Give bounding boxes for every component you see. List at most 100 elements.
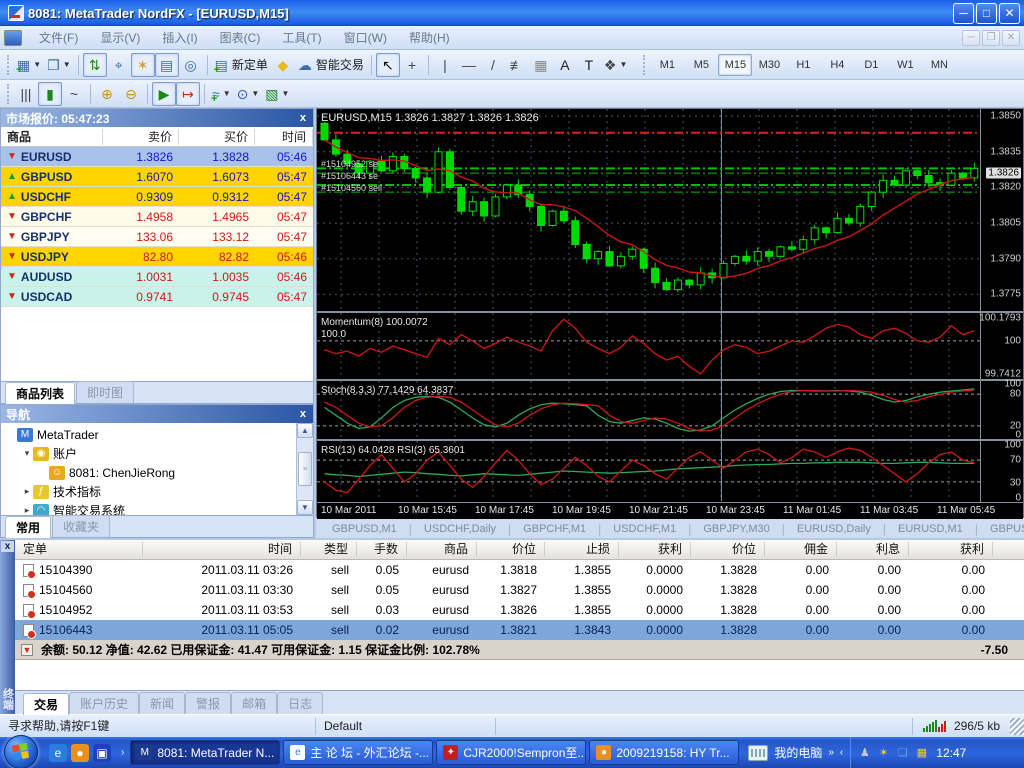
timeframe-M15[interactable]: M15	[718, 54, 752, 76]
terminal-tab-邮箱[interactable]: 邮箱	[231, 692, 277, 714]
order-row[interactable]: 151043902011.03.11 03:26sell0.05eurusd1.…	[15, 560, 1024, 580]
device-tray-icon[interactable]: ♟	[857, 745, 872, 760]
scroll-down-icon[interactable]: ▼	[297, 500, 313, 515]
market-watch-row[interactable]: ▼USDJPY82.8082.8205:46	[1, 247, 313, 267]
orders-column-header[interactable]: 获利	[619, 542, 691, 557]
nav-tree-item[interactable]: ▸ƒ技术指标	[5, 482, 296, 501]
nav-tree-item[interactable]: ▸◠智能交易系统	[5, 501, 296, 515]
nav-tree-item[interactable]: MMetaTrader	[5, 425, 296, 444]
strategy-tester-toggle[interactable]: ◎	[179, 53, 203, 77]
orders-column-header[interactable]: 获利	[909, 542, 993, 557]
market-watch-row[interactable]: ▼AUDUSD1.00311.003505:46	[1, 267, 313, 287]
scroll-up-icon[interactable]: ▲	[297, 423, 313, 438]
market-watch-row[interactable]: ▼EURUSD1.38261.382805:46	[1, 147, 313, 167]
child-minimize-button[interactable]: ─	[962, 30, 980, 46]
chart-tab-GBPCHF-M1[interactable]: GBPCHF,M1	[513, 522, 596, 536]
text-tool[interactable]: A	[553, 53, 577, 77]
menu-item-V[interactable]: 显示(V)	[89, 26, 151, 49]
zoom-out-button[interactable]: ⊖	[119, 82, 143, 106]
toolbar-grip[interactable]	[7, 55, 11, 75]
expert-advisors-button[interactable]: ☁智能交易	[295, 53, 367, 77]
bar-chart-type[interactable]: |||	[14, 82, 38, 106]
tab-商品列表[interactable]: 商品列表	[5, 382, 75, 404]
chart-tab-EURUSD-Daily[interactable]: EURUSD,Daily	[787, 522, 881, 536]
orders-column-header[interactable]: 利息	[837, 542, 909, 557]
tree-expander-icon[interactable]: ▸	[21, 486, 33, 497]
orders-column-header[interactable]: 止损	[545, 542, 619, 557]
taskbar-button[interactable]: ✦CJR2000!Sempron至...	[436, 740, 586, 765]
maximize-button[interactable]: □	[976, 3, 997, 24]
speed-tray-icon[interactable]: ✶	[876, 745, 891, 760]
navigator-close-icon[interactable]: x	[298, 408, 308, 420]
market-watch-row[interactable]: ▼USDCAD0.97410.974505:47	[1, 287, 313, 307]
cursor-tool[interactable]: ↖	[376, 53, 400, 77]
tab-常用[interactable]: 常用	[5, 516, 51, 538]
timeframe-D1[interactable]: D1	[854, 54, 888, 76]
menu-item-I[interactable]: 插入(I)	[151, 26, 208, 49]
templates-dropdown[interactable]: ▧▼	[262, 82, 292, 106]
messenger-quicklaunch-icon[interactable]: ●	[71, 744, 89, 762]
tab-即时图[interactable]: 即时图	[76, 381, 134, 403]
timeframe-H1[interactable]: H1	[786, 54, 820, 76]
ie-quicklaunch-icon[interactable]: e	[49, 744, 67, 762]
tray-collapse-icon[interactable]: ‹	[840, 747, 843, 758]
chart-tab-EURUSD-M1[interactable]: EURUSD,M1	[888, 522, 973, 536]
navigator-titlebar[interactable]: 导航 x	[1, 405, 313, 423]
chart-tab-USDCHF-Daily[interactable]: USDCHF,Daily	[414, 522, 506, 536]
navigator-toggle[interactable]: ✶	[131, 53, 155, 77]
terminal-tab-日志[interactable]: 日志	[277, 692, 323, 714]
orders-column-header[interactable]: 类型	[301, 542, 357, 557]
network-tray-icon[interactable]: ❏	[895, 745, 910, 760]
zoom-in-button[interactable]: ⊕	[95, 82, 119, 106]
grid-tool[interactable]: ▦	[529, 53, 553, 77]
layout-tray-icon[interactable]: ▦	[914, 745, 929, 760]
market-watch-row[interactable]: ▲USDCHF0.93090.931205:47	[1, 187, 313, 207]
terminal-tab-新闻[interactable]: 新闻	[139, 692, 185, 714]
orders-column-header[interactable]: 时间	[143, 542, 301, 557]
market-watch-titlebar[interactable]: 市场报价: 05:47:23 x	[1, 109, 313, 127]
terminal-toggle[interactable]: ▤	[155, 53, 179, 77]
nav-tree-item[interactable]: ☺8081: ChenJieRong	[5, 463, 296, 482]
new-order-button[interactable]: ▤+新定单	[212, 53, 271, 77]
resize-grip[interactable]	[1010, 718, 1024, 735]
menu-item-F[interactable]: 文件(F)	[28, 26, 89, 49]
orders-column-header[interactable]: 手数	[357, 542, 407, 557]
child-restore-button[interactable]: ❐	[982, 30, 1000, 46]
fibonacci-tool[interactable]: ≢	[505, 53, 529, 77]
market-watch-row[interactable]: ▲GBPUSD1.60701.607305:47	[1, 167, 313, 187]
order-row[interactable]: 151064432011.03.11 05:05sell0.02eurusd1.…	[15, 620, 1024, 640]
market-watch-toggle[interactable]: ⇅	[83, 53, 107, 77]
timeframe-M1[interactable]: M1	[650, 54, 684, 76]
taskbar-button[interactable]: e主 论 坛 - 外汇论坛 -...	[283, 740, 433, 765]
quicklaunch-expand-icon[interactable]: ›	[118, 747, 127, 758]
orders-column-header[interactable]: 佣金	[765, 542, 837, 557]
menu-item-W[interactable]: 窗口(W)	[333, 26, 398, 49]
indicators-dropdown[interactable]: ≈+▼	[209, 82, 234, 106]
chart-window[interactable]: EURUSD,M15 1.3826 1.3827 1.3826 1.3826#1…	[316, 108, 1024, 518]
auto-scroll-toggle[interactable]: ▶	[152, 82, 176, 106]
crosshair-tool[interactable]: +	[400, 53, 424, 77]
navigator-scrollbar[interactable]: ▲ ≡ ▼	[296, 423, 313, 515]
orders-column-header[interactable]: 价位	[477, 542, 545, 557]
orders-column-header[interactable]: 定单	[15, 542, 143, 557]
horizontal-line-tool[interactable]: —	[457, 53, 481, 77]
menu-item-C[interactable]: 图表(C)	[209, 26, 272, 49]
menu-item-H[interactable]: 帮助(H)	[398, 26, 461, 49]
timeframe-MN[interactable]: MN	[922, 54, 956, 76]
terminal-close-icon[interactable]: x	[1, 541, 14, 552]
trendline-tool[interactable]: /	[481, 53, 505, 77]
shapes-dropdown[interactable]: ❖▼	[601, 53, 630, 77]
market-watch-row[interactable]: ▼GBPJPY133.06133.1205:47	[1, 227, 313, 247]
periods-dropdown[interactable]: ⊙▼	[234, 82, 263, 106]
profiles-button[interactable]: ❐▼	[44, 53, 73, 77]
market-watch-column-header[interactable]: 买价	[179, 129, 255, 145]
child-close-button[interactable]: ✕	[1002, 30, 1020, 46]
start-button[interactable]	[4, 735, 38, 768]
taskbar-button[interactable]: M8081: MetaTrader N...	[130, 740, 280, 765]
market-watch-row[interactable]: ▼GBPCHF1.49581.496505:47	[1, 207, 313, 227]
chart-system-menu-icon[interactable]	[4, 30, 22, 46]
toolbar-grip[interactable]	[643, 55, 647, 75]
tree-expander-icon[interactable]: ▾	[21, 448, 33, 459]
orders-column-header[interactable]: 价位	[691, 542, 765, 557]
status-profile[interactable]: Default	[316, 718, 496, 735]
